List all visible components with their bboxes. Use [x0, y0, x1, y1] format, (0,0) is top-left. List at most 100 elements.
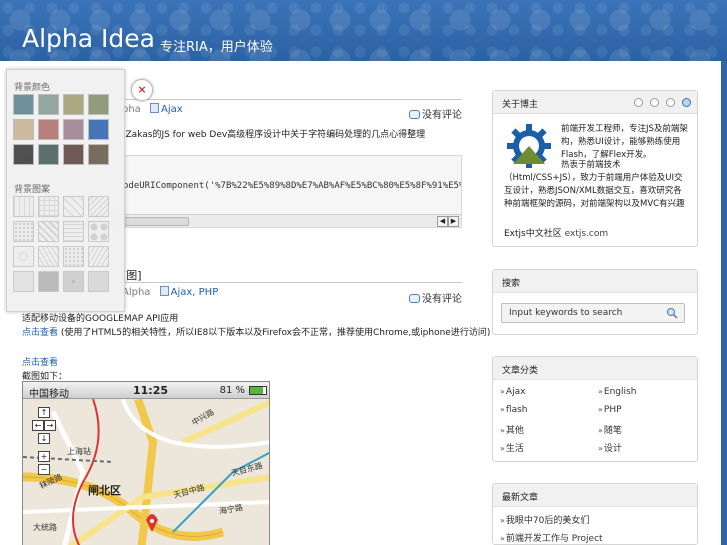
category-item[interactable]: »其他 — [500, 423, 524, 436]
phone-screenshot: 中国移动 11:25 81 % ↑ ← → ↓ + − 闸北区 上海站 中兴路 … — [22, 381, 270, 545]
map-street-label: 大统路 — [33, 523, 57, 532]
color-swatch[interactable] — [13, 119, 34, 140]
pattern-swatch[interactable] — [63, 196, 84, 217]
search-placeholder: Input keywords to search — [509, 308, 623, 318]
pattern-swatch[interactable] — [88, 271, 109, 292]
map-pan-left-icon[interactable]: ← — [32, 420, 44, 431]
about-widget: 关于博主 前端开发工程师，专注JS及前端架构，熟悉UI设计，能够熟练使用Flas… — [492, 90, 698, 247]
search-input[interactable]: Input keywords to search — [501, 303, 685, 323]
phone-status-bar: 中国移动 11:25 81 % — [23, 382, 269, 400]
site-logo[interactable]: Alpha Idea — [22, 24, 155, 53]
map-pan-up-icon[interactable]: ↑ — [38, 407, 50, 418]
about-paragraph-2: 热衷于前端技术（Html/CSS+JS），致力于前端用户体验及UI交互设计，熟悉… — [504, 160, 685, 209]
comment-icon — [409, 294, 420, 303]
color-swatch[interactable] — [38, 119, 59, 140]
recent-post-item[interactable]: »前端开发工作与 Project — [500, 531, 603, 544]
post-meta: pha Ajax — [122, 103, 183, 115]
palette-close-button[interactable]: × — [131, 79, 153, 101]
pattern-swatch[interactable] — [88, 196, 109, 217]
pattern-swatch[interactable] — [38, 221, 59, 242]
search-widget-header: 搜索 — [493, 270, 697, 293]
category-item[interactable]: »flash — [500, 405, 527, 415]
scroll-left-button[interactable]: ◀ — [437, 216, 448, 227]
category-item[interactable]: »设计 — [598, 441, 622, 454]
post-category-link[interactable]: Ajax — [161, 104, 183, 115]
search-widget: 搜索 Input keywords to search — [492, 269, 698, 335]
post2-meta: Alpha Ajax, PHP — [122, 286, 218, 298]
pattern-swatch[interactable] — [63, 246, 84, 267]
map-pan-down-icon[interactable]: ↓ — [38, 433, 50, 444]
pattern-swatch[interactable] — [63, 221, 84, 242]
map-street-label: 上海站 — [67, 447, 91, 456]
category-item[interactable]: »PHP — [598, 405, 622, 415]
palette-patterns-title: 背景图案 — [14, 185, 51, 195]
post2-inline-link[interactable]: 点击查看 — [22, 328, 58, 338]
scroll-thumb[interactable] — [123, 217, 189, 226]
slide-dot[interactable] — [666, 98, 675, 107]
color-swatch[interactable] — [63, 94, 84, 115]
map-zoom-in-button[interactable]: + — [38, 451, 50, 462]
community-link[interactable]: extjs.com — [565, 229, 609, 239]
categories-widget-header: 文章分类 — [493, 357, 697, 380]
color-swatch[interactable] — [63, 119, 84, 140]
recent-title: 最新文章 — [502, 493, 539, 503]
pattern-swatch[interactable] — [13, 271, 34, 292]
scroll-right-button[interactable]: ▶ — [448, 216, 459, 227]
palette-colors-title: 背景颜色 — [14, 83, 51, 93]
post2-comments-link[interactable]: 没有评论 — [409, 290, 462, 305]
search-icon[interactable] — [666, 307, 678, 319]
color-swatch[interactable] — [38, 144, 59, 165]
category-icon — [150, 103, 161, 115]
categories-title: 文章分类 — [502, 366, 539, 376]
pattern-swatch[interactable] — [13, 196, 34, 217]
category-item[interactable]: »English — [598, 387, 636, 397]
pattern-swatch[interactable] — [13, 246, 34, 267]
category-item[interactable]: »Ajax — [500, 387, 525, 397]
site-header: Alpha Idea 专注RIA，用户体验 — [0, 0, 727, 61]
map-image — [23, 397, 269, 545]
color-swatch[interactable] — [88, 119, 109, 140]
categories-widget: 文章分类 »Ajax »English »flash »PHP »其他 »随笔 … — [492, 356, 698, 462]
pattern-swatch[interactable] — [38, 271, 59, 292]
slide-dot[interactable] — [634, 98, 643, 107]
site-slogan: 专注RIA，用户体验 — [160, 40, 273, 55]
category-item[interactable]: »随笔 — [598, 423, 622, 436]
about-paragraph-1: 前端开发工程师，专注JS及前端架构，熟悉UI设计，能够熟练使用Flash，了解F… — [561, 124, 688, 160]
slide-dot-active[interactable] — [682, 98, 691, 107]
comment-icon — [409, 110, 420, 119]
post-intro: ]Zakas的JS for web Dev高级程序设计中关于字符编码处理的几点心… — [122, 130, 426, 140]
post2-author[interactable]: Alpha — [122, 287, 150, 298]
post2-line2-text: (使用了HTML5的相关特性，所以IE8以下版本以及Firefox会不正常，推荐… — [58, 328, 491, 338]
color-swatch[interactable] — [38, 94, 59, 115]
pattern-swatch[interactable] — [38, 246, 59, 267]
pattern-swatch[interactable] — [13, 221, 34, 242]
color-swatch[interactable] — [88, 94, 109, 115]
color-swatch[interactable] — [13, 94, 34, 115]
post2-view-link[interactable]: 点击查看 — [22, 355, 58, 368]
search-title: 搜索 — [502, 279, 521, 289]
color-swatch[interactable] — [13, 144, 34, 165]
theme-palette-panel: 背景颜色 背景图案 — [6, 69, 125, 312]
map-pan-right-icon[interactable]: → — [44, 420, 56, 431]
clock-label: 11:25 — [133, 384, 169, 397]
battery-icon — [249, 386, 267, 395]
recent-post-item[interactable]: »我眼中70后的美女们 — [500, 513, 589, 526]
post2-category-links[interactable]: Ajax, PHP — [171, 287, 219, 298]
pattern-swatch[interactable] — [88, 246, 109, 267]
pattern-swatch[interactable] — [63, 271, 84, 292]
category-item[interactable]: »生活 — [500, 441, 524, 454]
carrier-label: 中国移动 — [29, 389, 69, 400]
slide-dot[interactable] — [650, 98, 659, 107]
about-title: 关于博主 — [502, 100, 539, 110]
pattern-swatch[interactable] — [38, 196, 59, 217]
comments-label: 没有评论 — [422, 294, 462, 305]
map-zoom-out-button[interactable]: − — [38, 464, 50, 475]
comments-label: 没有评论 — [422, 110, 462, 121]
post-comments-link[interactable]: 没有评论 — [409, 106, 462, 121]
about-widget-header: 关于博主 — [493, 91, 697, 114]
pattern-swatch[interactable] — [88, 221, 109, 242]
color-swatch[interactable] — [63, 144, 84, 165]
color-swatch[interactable] — [88, 144, 109, 165]
post2-line1: 适配移动设备的GOOGLEMAP API应用 — [22, 314, 179, 324]
community-label: Extjs中文社区 — [504, 229, 562, 239]
